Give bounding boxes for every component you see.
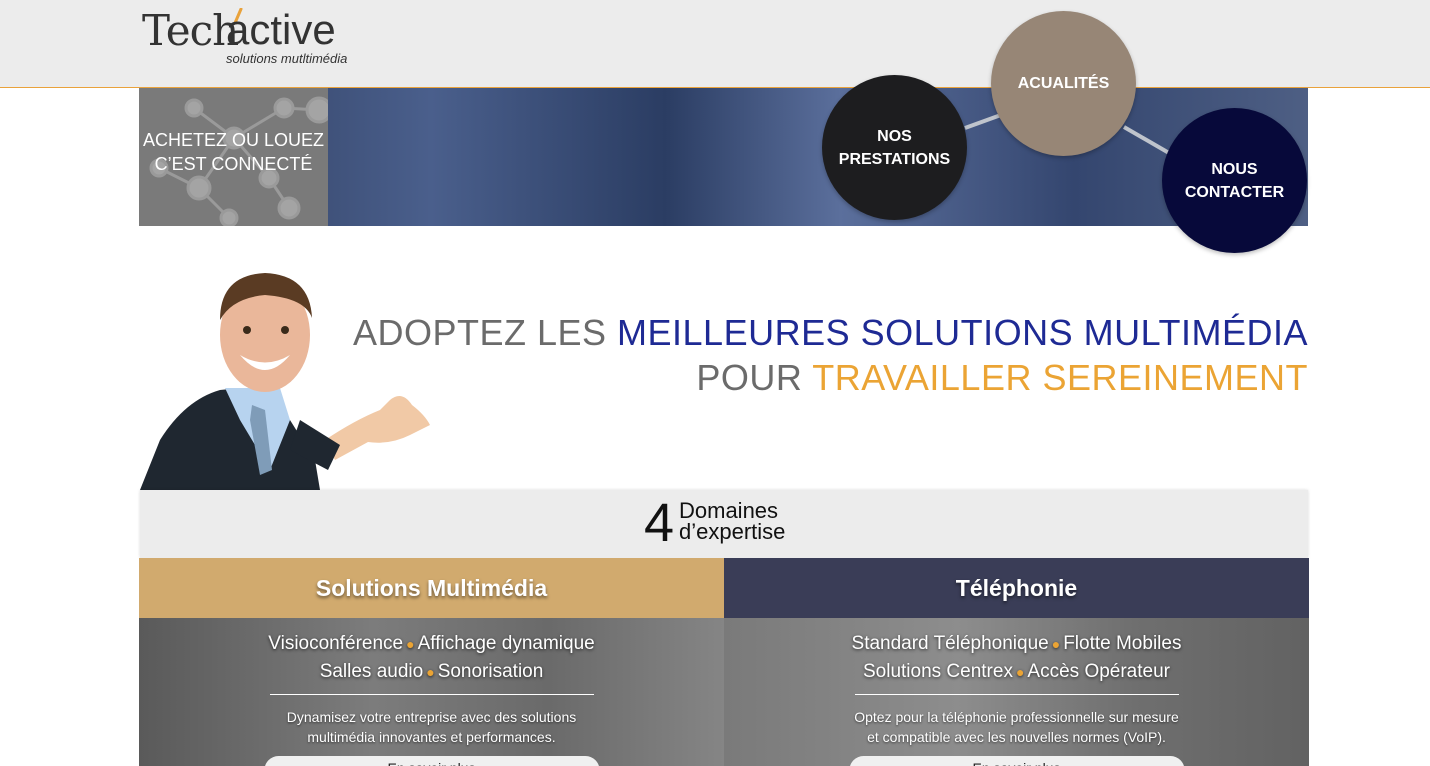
- service-item: Visioconférence: [268, 633, 404, 654]
- divider: [854, 694, 1179, 695]
- nav-prestations-line2: PRESTATIONS: [838, 150, 951, 168]
- domains-line2: d’expertise: [679, 519, 786, 544]
- banner-text: ACHETEZ OU LOUEZ C’EST CONNECTÉ: [139, 128, 328, 176]
- service-item: Sonorisation: [437, 661, 544, 682]
- nav-contact-line2: CONTACTER: [1184, 183, 1285, 201]
- logo-tagline: solutions mutltimédia: [226, 51, 348, 66]
- domains-banner: 4 Domaines d’expertise: [140, 490, 1308, 558]
- desc-line: multimédia innovantes et performances.: [307, 729, 556, 745]
- headline-part4: TRAVAILLER SEREINEMENT: [812, 357, 1308, 398]
- desc-line: Dynamisez votre entreprise avec des solu…: [286, 709, 577, 725]
- card-body: Standard Téléphonique ● Flotte Mobiles Sol…: [724, 618, 1309, 766]
- headline-line1: ADOPTEZ LES MEILLEURES SOLUTIONS MULTIMÉ…: [353, 310, 1308, 355]
- domains-label: Domaines d’expertise: [679, 498, 786, 544]
- divider: [269, 694, 594, 695]
- nav-prestations-button[interactable]: NOS PRESTATIONS: [822, 75, 967, 220]
- nav-actualites-button[interactable]: ACUALITÉS: [991, 11, 1136, 156]
- services-list: Standard Téléphonique ● Flotte Mobiles Sol…: [851, 633, 1182, 682]
- hero-banner: ACHETEZ OU LOUEZ C’EST CONNECTÉ: [139, 88, 1308, 226]
- headline-part3: POUR: [696, 357, 813, 398]
- banner-network-panel: ACHETEZ OU LOUEZ C’EST CONNECTÉ: [139, 88, 328, 226]
- headline-line2: POUR TRAVAILLER SEREINEMENT: [353, 355, 1308, 400]
- services-list: Visioconférence ● Affichage dynamique Sall…: [268, 633, 595, 682]
- desc-line: et compatible avec les nouvelles normes …: [867, 729, 1166, 745]
- card-title[interactable]: Téléphonie: [724, 558, 1309, 618]
- service-item: Standard Téléphonique: [851, 633, 1049, 654]
- card-title[interactable]: Solutions Multimédia: [139, 558, 724, 618]
- headline: ADOPTEZ LES MEILLEURES SOLUTIONS MULTIMÉ…: [353, 310, 1308, 400]
- nav-contact-line1: NOUS: [1211, 160, 1258, 178]
- learn-more-button[interactable]: En savoir plus: [849, 756, 1184, 766]
- learn-more-button[interactable]: En savoir plus: [264, 756, 599, 766]
- domains-line1: Domaines: [679, 498, 779, 523]
- headline-part2: MEILLEURES SOLUTIONS MULTIMÉDIA: [617, 312, 1308, 353]
- banner-line1: ACHETEZ OU LOUEZ: [142, 130, 325, 150]
- card-body: Visioconférence ● Affichage dynamique Sall…: [139, 618, 724, 766]
- card-multimedia: Solutions Multimédia Visioconférence ● Aff…: [139, 558, 724, 766]
- headline-part1: ADOPTEZ LES: [352, 312, 618, 353]
- card-telephonie: Téléphonie Standard Téléphonique ● Flotte …: [724, 558, 1309, 766]
- service-item: Solutions Centrex: [862, 661, 1013, 682]
- service-item: Affichage dynamique: [417, 633, 595, 654]
- service-item: Accès Opérateur: [1027, 661, 1170, 682]
- service-item: Flotte Mobiles: [1063, 633, 1182, 654]
- service-item: Salles audio: [319, 661, 424, 682]
- logo-brand-part1: Tech: [142, 6, 239, 55]
- banner-line2: C’EST CONNECTÉ: [154, 154, 313, 174]
- nav-prestations-line1: NOS: [877, 127, 912, 145]
- domains-number: 4: [644, 493, 675, 553]
- logo[interactable]: Tech active solutions mutltimédia: [142, 6, 372, 70]
- site-header: Tech active solutions mutltimédia: [0, 0, 1430, 88]
- nav-contact-button[interactable]: NOUS CONTACTER: [1162, 108, 1307, 253]
- card-description: Optez pour la téléphonie professionnelle…: [724, 707, 1309, 747]
- nav-actualites-label: ACUALITÉS: [1017, 75, 1110, 92]
- desc-line: Optez pour la téléphonie professionnelle…: [854, 709, 1179, 725]
- card-description: Dynamisez votre entreprise avec des solu…: [139, 707, 724, 747]
- logo-brand-part2: active: [226, 6, 336, 53]
